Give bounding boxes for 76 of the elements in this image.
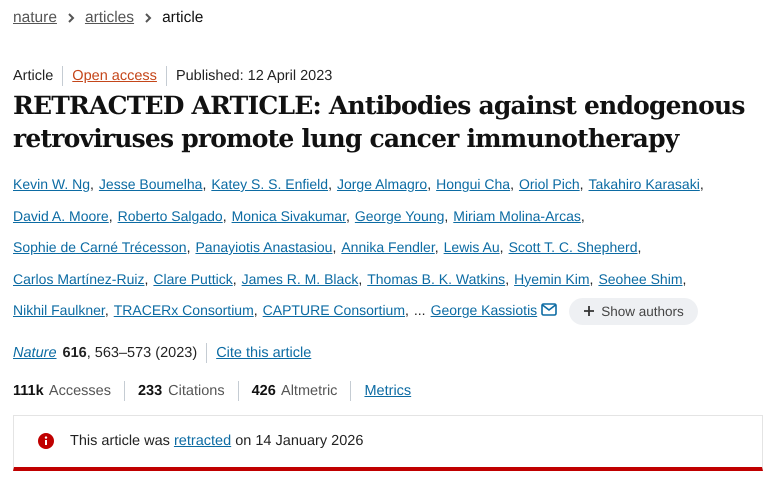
comma-separator: ,	[232, 270, 237, 286]
author-link[interactable]: Scott T. C. Shepherd	[508, 239, 638, 255]
comma-separator: ,	[332, 239, 336, 255]
comma-separator: ,	[254, 302, 258, 318]
comma-separator: ,	[444, 208, 448, 224]
author-link[interactable]: Hongui Cha	[436, 176, 510, 192]
comma-separator: ,	[427, 176, 432, 192]
author-link[interactable]: Lewis Au	[444, 239, 500, 255]
author-link[interactable]: CAPTURE Consortium	[262, 302, 406, 318]
open-access-link[interactable]: Open access	[72, 68, 157, 84]
author-link[interactable]: George Kassiotis	[430, 302, 538, 318]
comma-separator: ,	[505, 270, 510, 286]
author-link[interactable]: Oriol Pich	[518, 176, 580, 192]
author-link[interactable]: Nikhil Faulkner	[13, 302, 105, 318]
mail-icon[interactable]	[541, 303, 558, 316]
comma-separator: ,	[358, 270, 362, 286]
published-date: Published: 12 April 2023	[176, 68, 332, 84]
comma-separator: ,	[700, 176, 704, 192]
author-link[interactable]: David A. Moore	[13, 208, 109, 224]
comma-separator: ,	[90, 176, 94, 192]
comma-separator: ,	[186, 239, 190, 255]
author-link[interactable]: Katey S. S. Enfield	[211, 176, 328, 192]
journal-link[interactable]: Nature	[13, 344, 57, 360]
author-link[interactable]: Takahiro Karasaki	[588, 176, 700, 192]
chevron-icon	[66, 12, 75, 24]
ellipsis: ...	[414, 302, 426, 318]
comma-separator: ,	[580, 208, 585, 224]
article-title: RETRACTED ARTICLE: Antibodies against endogenous retroviruses promote lung cancer immunotherapy	[13, 90, 746, 155]
author-link[interactable]: Jesse Boumelha	[98, 176, 202, 192]
info-icon	[38, 433, 54, 449]
breadcrumb-current: article	[162, 9, 204, 27]
author-link[interactable]: Carlos Martínez-Ruiz	[13, 270, 144, 286]
comma-separator: ,	[405, 302, 409, 318]
comma-separator: ,	[590, 270, 594, 286]
author-link[interactable]: Jorge Almagro	[336, 176, 428, 192]
chevron-icon	[144, 12, 152, 24]
metric-stat: 233 Citations	[138, 382, 225, 398]
author-link[interactable]: Annika Fendler	[341, 239, 435, 255]
author-link[interactable]: George Young	[354, 208, 444, 224]
comma-separator: ,	[108, 208, 113, 224]
comma-separator: ,	[500, 239, 504, 255]
author-link[interactable]: Sophie de Carné Trécesson	[13, 239, 187, 255]
metric-stat: 111k Accesses	[13, 382, 111, 398]
cite-link[interactable]: Cite this article	[216, 344, 312, 360]
metrics-link[interactable]: Metrics	[364, 382, 412, 398]
comma-separator: ,	[144, 270, 148, 286]
comma-separator: ,	[222, 208, 227, 224]
author-link[interactable]: Monica Sivakumar	[232, 208, 346, 224]
comma-separator: ,	[638, 239, 642, 255]
comma-separator: ,	[104, 302, 109, 318]
author-link[interactable]: Miriam Molina-Arcas	[453, 208, 581, 224]
author-link[interactable]: James R. M. Black	[242, 270, 358, 286]
author-link[interactable]: Panayiotis Anastasiou	[195, 239, 332, 255]
comma-separator: ,	[682, 270, 686, 286]
notice-text: This article was retracted on 14 January 2026	[70, 433, 364, 449]
author-link[interactable]: Hyemin Kim	[514, 270, 590, 286]
author-link[interactable]: Kevin W. Ng	[13, 176, 90, 192]
comma-separator: ,	[346, 208, 350, 224]
metric-stat: 426 Altmetric	[252, 382, 338, 398]
comma-separator: ,	[328, 176, 332, 192]
author-link[interactable]: Thomas B. K. Watkins	[367, 270, 506, 286]
citation-details: 616, 563–573 (2023)	[62, 344, 198, 360]
comma-separator: ,	[434, 239, 439, 255]
comma-separator: ,	[580, 176, 584, 192]
author-link[interactable]: Seohee Shim	[598, 270, 682, 286]
retracted-link[interactable]: retracted	[174, 433, 232, 449]
show-authors-button[interactable]: Show authors	[569, 298, 698, 325]
author-link[interactable]: TRACERx Consortium	[114, 302, 254, 318]
author-link[interactable]: Roberto Salgado	[118, 208, 223, 224]
comma-separator: ,	[510, 176, 514, 192]
author-link[interactable]: Clare Puttick	[153, 270, 233, 286]
article-type: Article	[13, 68, 54, 84]
breadcrumb-link[interactable]: nature	[13, 9, 57, 27]
plus-icon	[583, 305, 596, 318]
comma-separator: ,	[202, 176, 206, 192]
breadcrumb-link[interactable]: articles	[84, 9, 134, 27]
